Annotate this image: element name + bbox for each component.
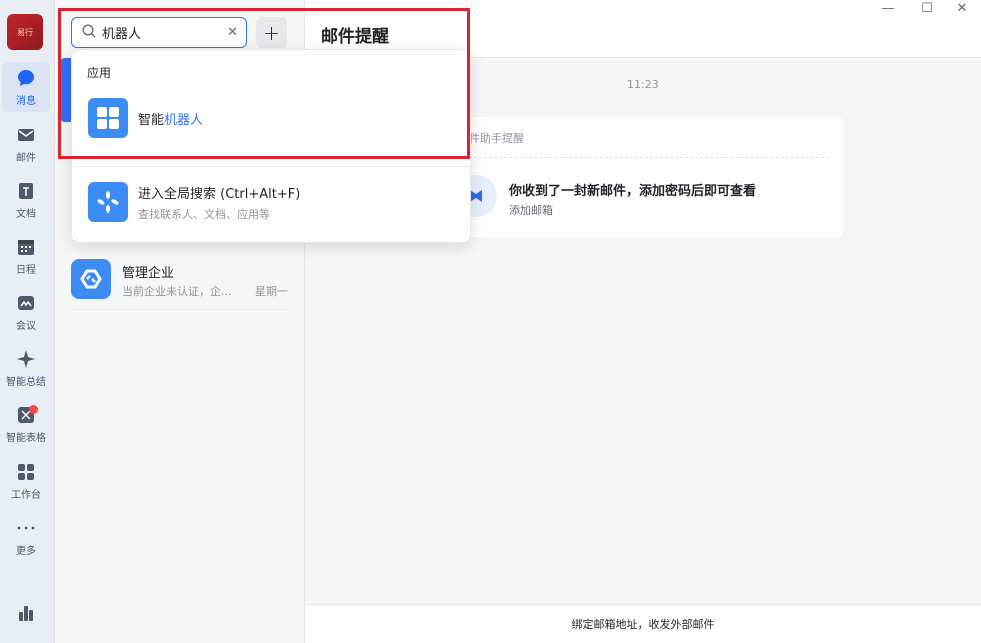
plus-icon: + xyxy=(263,20,280,45)
nav-item-docs[interactable]: 文档 xyxy=(0,175,52,225)
nav-label: 更多 xyxy=(16,545,36,557)
card-message: 你收到了一封新邮件，添加密码后即可查看 xyxy=(509,184,757,199)
card-header: 件助手提醒 xyxy=(469,132,524,145)
divider xyxy=(72,166,470,167)
mail-notification-card[interactable]: 件助手提醒 你收到了一封新邮件，添加密码后即可查看 添加邮箱 xyxy=(455,117,843,237)
nav-item-mail[interactable]: 邮件 xyxy=(0,119,52,169)
manage-enterprise-icon xyxy=(71,259,111,299)
global-search-icon xyxy=(88,182,128,222)
nav-label: 会议 xyxy=(16,320,36,332)
result-title: 进入全局搜索 (Ctrl+Alt+F) xyxy=(138,187,301,202)
minimize-icon[interactable]: — xyxy=(873,0,903,16)
list-item[interactable]: 管理企业 当前企业未认证，企... 星期一 xyxy=(70,252,288,310)
mail-icon xyxy=(16,125,36,145)
search-icon xyxy=(82,24,96,42)
nav-label: 日程 xyxy=(16,264,36,276)
nav-item-workbench[interactable]: 工作台 xyxy=(0,456,52,506)
bind-mail-footer[interactable]: 绑定邮箱地址，收发外部邮件 xyxy=(305,604,981,643)
nav-label: 消息 xyxy=(16,95,36,107)
message-icon xyxy=(16,68,36,88)
session-title: 管理企业 xyxy=(122,266,175,281)
nav-rail: 易行 消息 邮件 文档 日程 会议 智能总结 智能表格 工作台 更多 xyxy=(0,0,55,643)
sparkle-icon xyxy=(16,349,36,369)
page-title: 邮件提醒 xyxy=(321,27,389,47)
workbench-icon xyxy=(16,462,36,482)
doc-icon xyxy=(16,181,36,201)
avatar[interactable]: 易行 xyxy=(7,14,43,50)
nav-label: 工作台 xyxy=(11,489,41,501)
nav-item-more[interactable]: 更多 xyxy=(0,512,52,562)
calendar-icon xyxy=(16,237,36,257)
nav-item-smart-table[interactable]: 智能表格 xyxy=(0,399,52,449)
app-grid-icon xyxy=(88,98,128,138)
session-preview: 当前企业未认证，企... xyxy=(122,285,232,298)
nav-label: 文档 xyxy=(16,208,36,220)
stats-icon xyxy=(16,603,36,623)
more-icon xyxy=(16,518,36,538)
search-input[interactable] xyxy=(102,25,212,40)
notification-badge xyxy=(29,405,38,414)
nav-item-meeting[interactable]: 会议 xyxy=(0,287,52,337)
global-search-option[interactable]: 进入全局搜索 (Ctrl+Alt+F) 查找联系人、文档、应用等 xyxy=(72,174,470,228)
add-button[interactable]: + xyxy=(256,17,287,48)
selected-session-indicator xyxy=(59,58,71,122)
divider xyxy=(469,157,829,158)
search-result-app[interactable]: 智能机器人 xyxy=(72,90,470,144)
message-timestamp: 11:23 xyxy=(627,78,659,91)
session-time: 星期一 xyxy=(255,285,288,298)
nav-item-smart-summary[interactable]: 智能总结 xyxy=(0,343,52,393)
footer-text: 绑定邮箱地址，收发外部邮件 xyxy=(571,618,715,631)
close-window-icon[interactable]: ✕ xyxy=(947,0,977,16)
close-icon[interactable]: ✕ xyxy=(227,25,238,40)
nav-item-messages[interactable]: 消息 xyxy=(2,62,50,112)
maximize-icon[interactable]: ☐ xyxy=(912,0,942,16)
nav-label: 邮件 xyxy=(16,152,36,164)
search-dropdown: 应用 智能机器人 进入全局搜索 (Ctrl+Alt+F) 查找联系人、文档、应用… xyxy=(71,49,471,243)
add-mailbox-link[interactable]: 添加邮箱 xyxy=(509,202,553,218)
result-subtitle: 查找联系人、文档、应用等 xyxy=(138,208,270,221)
nav-item-stats[interactable] xyxy=(0,590,52,640)
result-title: 智能机器人 xyxy=(138,113,204,128)
nav-item-calendar[interactable]: 日程 xyxy=(0,231,52,281)
search-field[interactable]: ✕ xyxy=(71,17,247,48)
nav-label: 智能总结 xyxy=(6,376,46,388)
meeting-icon xyxy=(16,293,36,313)
nav-label: 智能表格 xyxy=(6,432,46,444)
section-label-apps: 应用 xyxy=(87,66,112,80)
